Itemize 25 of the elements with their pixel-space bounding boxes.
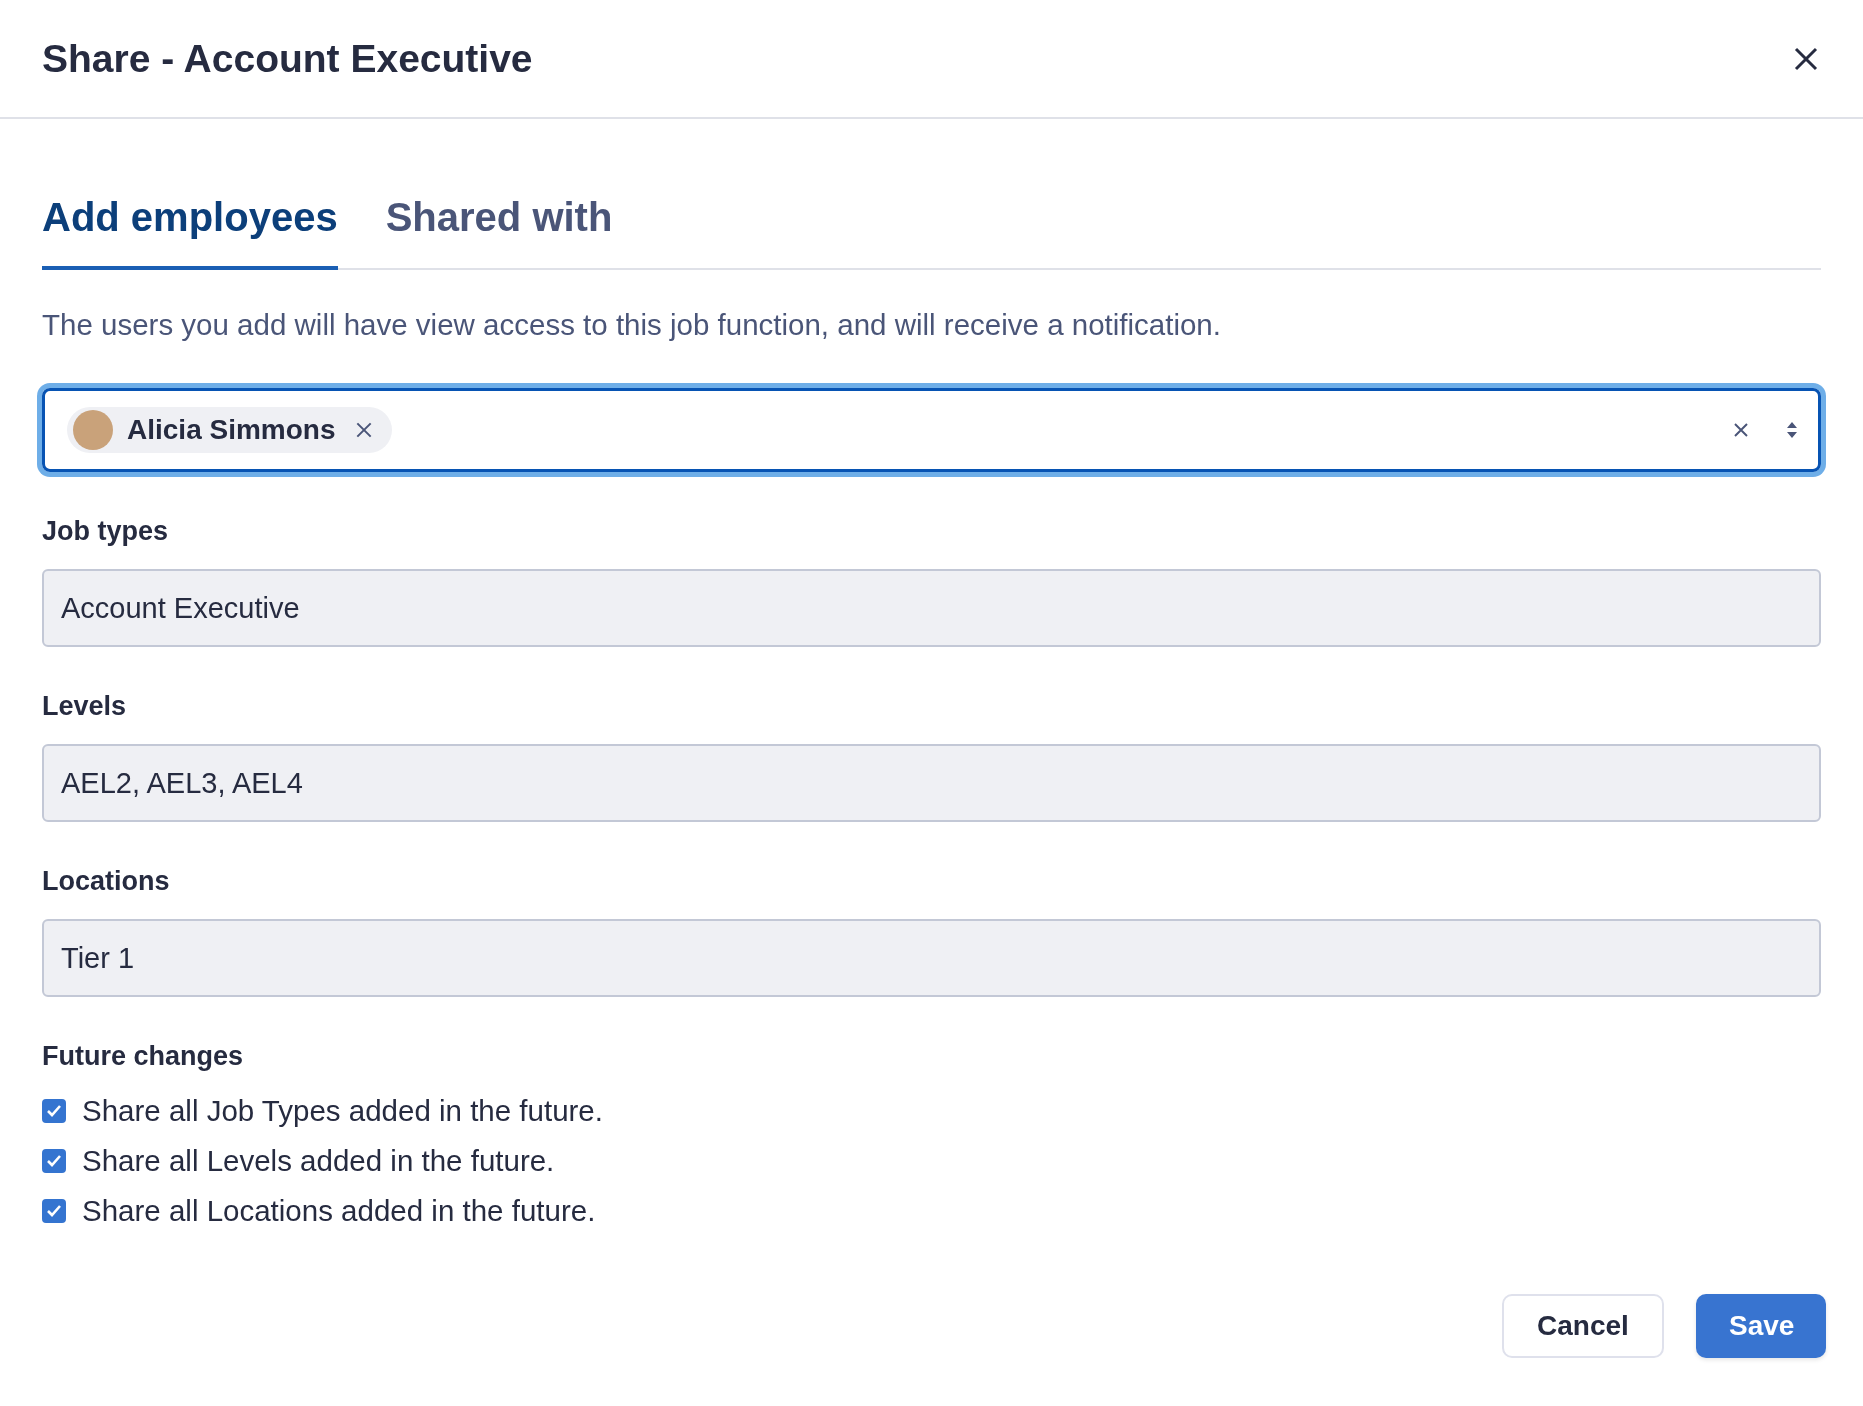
tab[interactable]: Add employees xyxy=(42,195,338,270)
checkmark-icon xyxy=(46,1154,62,1168)
tab[interactable]: Shared with xyxy=(385,195,613,270)
checkbox-label: Share all Locations added in the future. xyxy=(82,1194,596,1228)
checkbox[interactable] xyxy=(42,1099,66,1123)
chip-label: Alicia Simmons xyxy=(127,414,336,446)
readonly-field: Tier 1 xyxy=(42,919,1821,997)
description-text: The users you add will have view access to this job function, and will receive a notification. xyxy=(42,308,1222,342)
field-label: Locations xyxy=(42,866,171,897)
field-label: Job types xyxy=(42,516,170,547)
dialog-title: Share - Account Executive xyxy=(42,36,533,81)
readonly-field: AEL2, AEL3, AEL4 xyxy=(42,744,1821,822)
readonly-field: Account Executive xyxy=(42,569,1821,647)
checkbox-label: Share all Job Types added in the future. xyxy=(82,1094,603,1128)
sort-icon xyxy=(1786,421,1798,439)
checkmark-icon xyxy=(46,1104,62,1118)
checkmark-icon xyxy=(46,1204,62,1218)
checkbox[interactable] xyxy=(42,1199,66,1223)
cancel-button[interactable]: Cancel xyxy=(1502,1294,1664,1358)
field-label: Levels xyxy=(42,691,128,722)
section-label: Future changes xyxy=(42,1041,245,1072)
checkbox[interactable] xyxy=(42,1149,66,1173)
save-button[interactable]: Save xyxy=(1696,1294,1826,1358)
checkbox-label: Share all Levels added in the future. xyxy=(82,1144,555,1178)
avatar-icon xyxy=(73,410,113,450)
